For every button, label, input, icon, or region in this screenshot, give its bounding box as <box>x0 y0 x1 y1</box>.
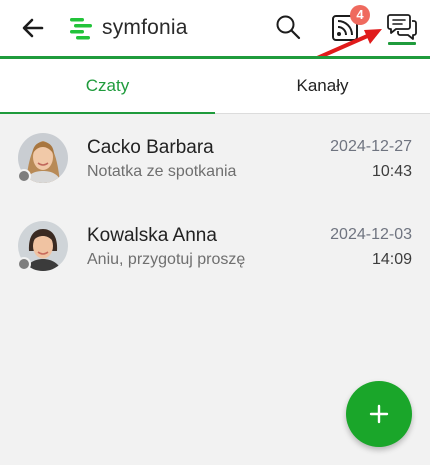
tab-czaty-label: Czaty <box>85 76 130 95</box>
chat-preview: Aniu, przygotuj proszę <box>87 251 246 268</box>
feed-badge: 4 <box>350 5 370 25</box>
logo-text: symfonia <box>102 16 188 39</box>
search-icon <box>276 15 301 40</box>
chat-time: 10:43 <box>371 163 412 180</box>
app-header: symfonia 4 <box>0 0 430 56</box>
chats-active-indicator <box>388 42 416 45</box>
chat-item-cacko-barbara[interactable]: Cacko Barbara Notatka ze spotkania 2024-… <box>0 114 430 202</box>
chat-date: 2024-12-03 <box>330 226 412 243</box>
chat-name: Cacko Barbara <box>87 137 214 158</box>
symfonia-logo: symfonia <box>68 12 188 44</box>
chat-name: Kowalska Anna <box>87 225 217 246</box>
tab-kanaly[interactable]: Kanały <box>215 59 430 113</box>
chat-date: 2024-12-27 <box>330 138 412 155</box>
chat-bubbles-icon <box>387 14 417 40</box>
chat-time: 14:09 <box>371 251 412 268</box>
plus-icon <box>369 404 389 424</box>
search-button[interactable] <box>274 13 302 41</box>
tab-kanaly-label: Kanały <box>296 76 349 95</box>
back-button[interactable] <box>18 13 48 43</box>
symfonia-logo-icon <box>70 18 92 40</box>
chat-item-kowalska-anna[interactable]: Kowalska Anna Aniu, przygotuj proszę 202… <box>0 202 430 290</box>
chat-screen: symfonia 4 Czaty Kanały Cacko Barbara No… <box>0 0 430 465</box>
chat-list: Cacko Barbara Notatka ze spotkania 2024-… <box>0 114 430 290</box>
back-arrow-icon <box>22 18 44 38</box>
chat-preview: Notatka ze spotkania <box>87 163 237 180</box>
status-offline-dot <box>17 169 31 183</box>
tab-czaty[interactable]: Czaty <box>0 59 215 114</box>
tab-bar: Czaty Kanały <box>0 56 430 114</box>
new-chat-button[interactable] <box>346 381 412 447</box>
chats-button[interactable] <box>386 11 418 45</box>
status-offline-dot <box>17 257 31 271</box>
